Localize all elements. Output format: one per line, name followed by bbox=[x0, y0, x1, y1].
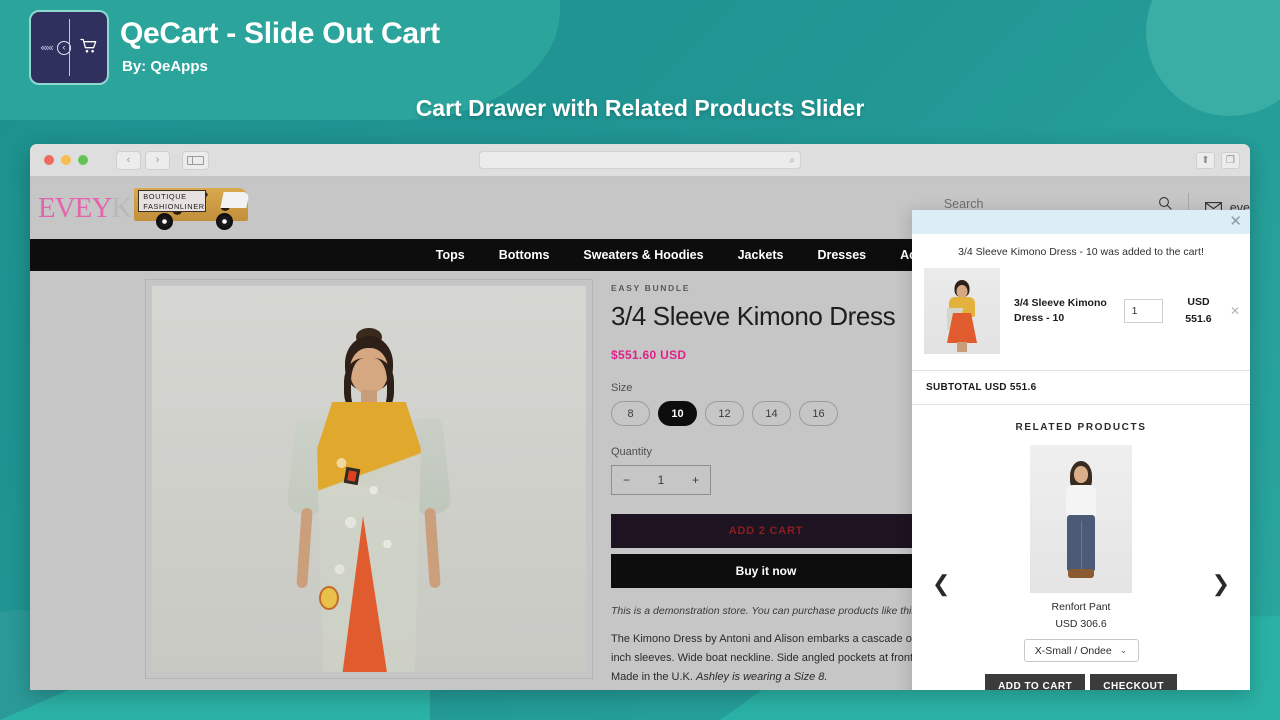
minimize-window-button[interactable] bbox=[61, 155, 71, 165]
product-price: $551.60 USD bbox=[611, 348, 687, 362]
related-product-card: Renfort Pant USD 306.6 X-Small / Ondee ⌄… bbox=[912, 445, 1250, 690]
tabs-icon[interactable]: ❐ bbox=[1221, 151, 1240, 169]
product-info: EASY BUNDLE 3/4 Sleeve Kimono Dress $551… bbox=[611, 283, 942, 690]
description-line-2: inch sleeves. Wide boat neckline. Side a… bbox=[611, 652, 943, 664]
store-logo[interactable]: EVEYK BOUTIQUE FASHIONLINER bbox=[38, 186, 250, 230]
product-gallery[interactable] bbox=[145, 279, 593, 679]
quantity-stepper[interactable]: − 1 + bbox=[611, 465, 711, 495]
app-title: QeCart - Slide Out Cart bbox=[120, 17, 440, 50]
quantity-decrease-button[interactable]: − bbox=[623, 473, 630, 487]
shopping-cart-icon bbox=[80, 38, 98, 57]
quantity-value[interactable]: 1 bbox=[658, 473, 665, 487]
size-option-8[interactable]: 8 bbox=[611, 401, 650, 426]
drawer-notification-bar: ✕ bbox=[912, 210, 1250, 234]
app-author: By: QeApps bbox=[122, 58, 208, 75]
fashion-truck-graphic: BOUTIQUE FASHIONLINER bbox=[134, 186, 250, 230]
window-traffic-lights bbox=[44, 155, 88, 165]
truck-label-line2: FASHIONLINER bbox=[143, 202, 205, 211]
cart-item-amount: 551.6 bbox=[1185, 313, 1212, 325]
sidebar-toggle-icon[interactable] bbox=[182, 150, 209, 170]
size-option-10[interactable]: 10 bbox=[658, 401, 697, 426]
related-checkout-button[interactable]: CHECKOUT bbox=[1090, 674, 1177, 690]
cart-item-title[interactable]: 3/4 Sleeve Kimono Dress - 10 bbox=[1014, 296, 1112, 326]
promo-header: ‹‹‹‹‹ ‹ QeCart - Slide Out Cart By: QeAp… bbox=[0, 0, 1280, 140]
promo-tagline: Cart Drawer with Related Products Slider bbox=[415, 95, 865, 121]
cart-subtotal: SUBTOTAL USD 551.6 bbox=[912, 370, 1250, 405]
nav-item-bottoms[interactable]: Bottoms bbox=[499, 248, 550, 262]
cart-item-thumbnail[interactable] bbox=[924, 268, 1000, 354]
browser-back-button[interactable]: ‹ bbox=[116, 150, 141, 170]
product-vendor: EASY BUNDLE bbox=[611, 283, 691, 293]
nav-item-tops[interactable]: Tops bbox=[436, 248, 465, 262]
nav-item-jackets[interactable]: Jackets bbox=[738, 248, 784, 262]
address-bar[interactable]: ⌕ bbox=[479, 151, 801, 169]
related-product-variant-select[interactable]: X-Small / Ondee ⌄ bbox=[1023, 639, 1139, 662]
browser-forward-button[interactable]: › bbox=[145, 150, 170, 170]
cart-item-quantity-input[interactable]: 1 bbox=[1123, 299, 1163, 323]
size-option-14[interactable]: 14 bbox=[752, 401, 791, 426]
quantity-increase-button[interactable]: + bbox=[692, 473, 699, 487]
cart-drawer: ✕ 3/4 Sleeve Kimono Dress - 10 was added… bbox=[912, 210, 1250, 690]
nav-item-sweaters-hoodies[interactable]: Sweaters & Hoodies bbox=[583, 248, 703, 262]
chevron-down-icon: ⌄ bbox=[1119, 645, 1128, 655]
store-name: EVEYK bbox=[38, 191, 132, 224]
product-main-image[interactable] bbox=[152, 286, 586, 672]
nav-item-dresses[interactable]: Dresses bbox=[817, 248, 866, 262]
slide-arrows-icon: ‹‹‹‹‹ bbox=[40, 41, 54, 54]
related-product-name[interactable]: Renfort Pant bbox=[1052, 601, 1111, 613]
slider-next-icon[interactable]: ❯ bbox=[1212, 573, 1230, 595]
close-window-button[interactable] bbox=[44, 155, 54, 165]
slider-prev-icon[interactable]: ❮ bbox=[932, 573, 950, 595]
size-label: Size bbox=[611, 382, 633, 394]
quantity-label: Quantity bbox=[611, 446, 652, 458]
product-title: 3/4 Sleeve Kimono Dress bbox=[611, 301, 896, 331]
description-model-note: Ashley is wearing a Size 8. bbox=[696, 671, 828, 683]
share-icon[interactable]: ⬆ bbox=[1196, 151, 1215, 169]
add-to-cart-button[interactable]: ADD 2 CART bbox=[611, 514, 921, 548]
cart-line-item: 3/4 Sleeve Kimono Dress - 10 1 USD 551.6… bbox=[912, 268, 1250, 370]
description-line-1: The Kimono Dress by Antoni and Alison em… bbox=[611, 633, 942, 645]
truck-label-line1: BOUTIQUE bbox=[143, 192, 187, 201]
description-line-3: Made in the U.K. bbox=[611, 671, 693, 683]
variant-value: X-Small / Ondee bbox=[1034, 644, 1112, 657]
search-input[interactable] bbox=[943, 197, 1124, 211]
related-add-to-cart-button[interactable]: ADD TO CART bbox=[985, 674, 1086, 690]
size-options: 8 10 12 14 16 bbox=[611, 401, 941, 426]
buy-it-now-button[interactable]: Buy it now bbox=[611, 554, 921, 588]
browser-window: ‹ › ⌕ ⬆ ❐ EVEYK BOUTIQUE FASHIONLINER Se… bbox=[30, 144, 1250, 690]
added-to-cart-message: 3/4 Sleeve Kimono Dress - 10 was added t… bbox=[958, 246, 1204, 258]
related-product-price: USD 306.6 bbox=[1055, 618, 1107, 630]
maximize-window-button[interactable] bbox=[78, 155, 88, 165]
back-circle-icon: ‹ bbox=[57, 40, 71, 55]
product-description: The Kimono Dress by Antoni and Alison em… bbox=[611, 630, 947, 687]
remove-item-icon[interactable]: ✕ bbox=[1230, 304, 1240, 318]
size-option-12[interactable]: 12 bbox=[705, 401, 744, 426]
size-option-16[interactable]: 16 bbox=[799, 401, 838, 426]
app-logo: ‹‹‹‹‹ ‹ bbox=[29, 10, 109, 85]
browser-chrome: ‹ › ⌕ ⬆ ❐ bbox=[30, 144, 1250, 177]
related-product-image[interactable] bbox=[1030, 445, 1132, 593]
cart-item-currency: USD bbox=[1187, 296, 1210, 308]
site-viewport: EVEYK BOUTIQUE FASHIONLINER Search eve T… bbox=[30, 177, 1250, 690]
demo-store-note: This is a demonstration store. You can p… bbox=[611, 605, 932, 617]
related-products-slider: ❮ ❯ Renfort Pant USD 306.6 X-Small / Ond… bbox=[912, 445, 1250, 690]
close-icon[interactable]: ✕ bbox=[1229, 212, 1242, 232]
cart-item-price: USD 551.6 bbox=[1177, 294, 1220, 328]
related-product-actions: ADD TO CART CHECKOUT bbox=[985, 674, 1177, 690]
address-search-icon: ⌕ bbox=[789, 154, 795, 166]
related-products-heading: RELATED PRODUCTS bbox=[1015, 422, 1147, 433]
